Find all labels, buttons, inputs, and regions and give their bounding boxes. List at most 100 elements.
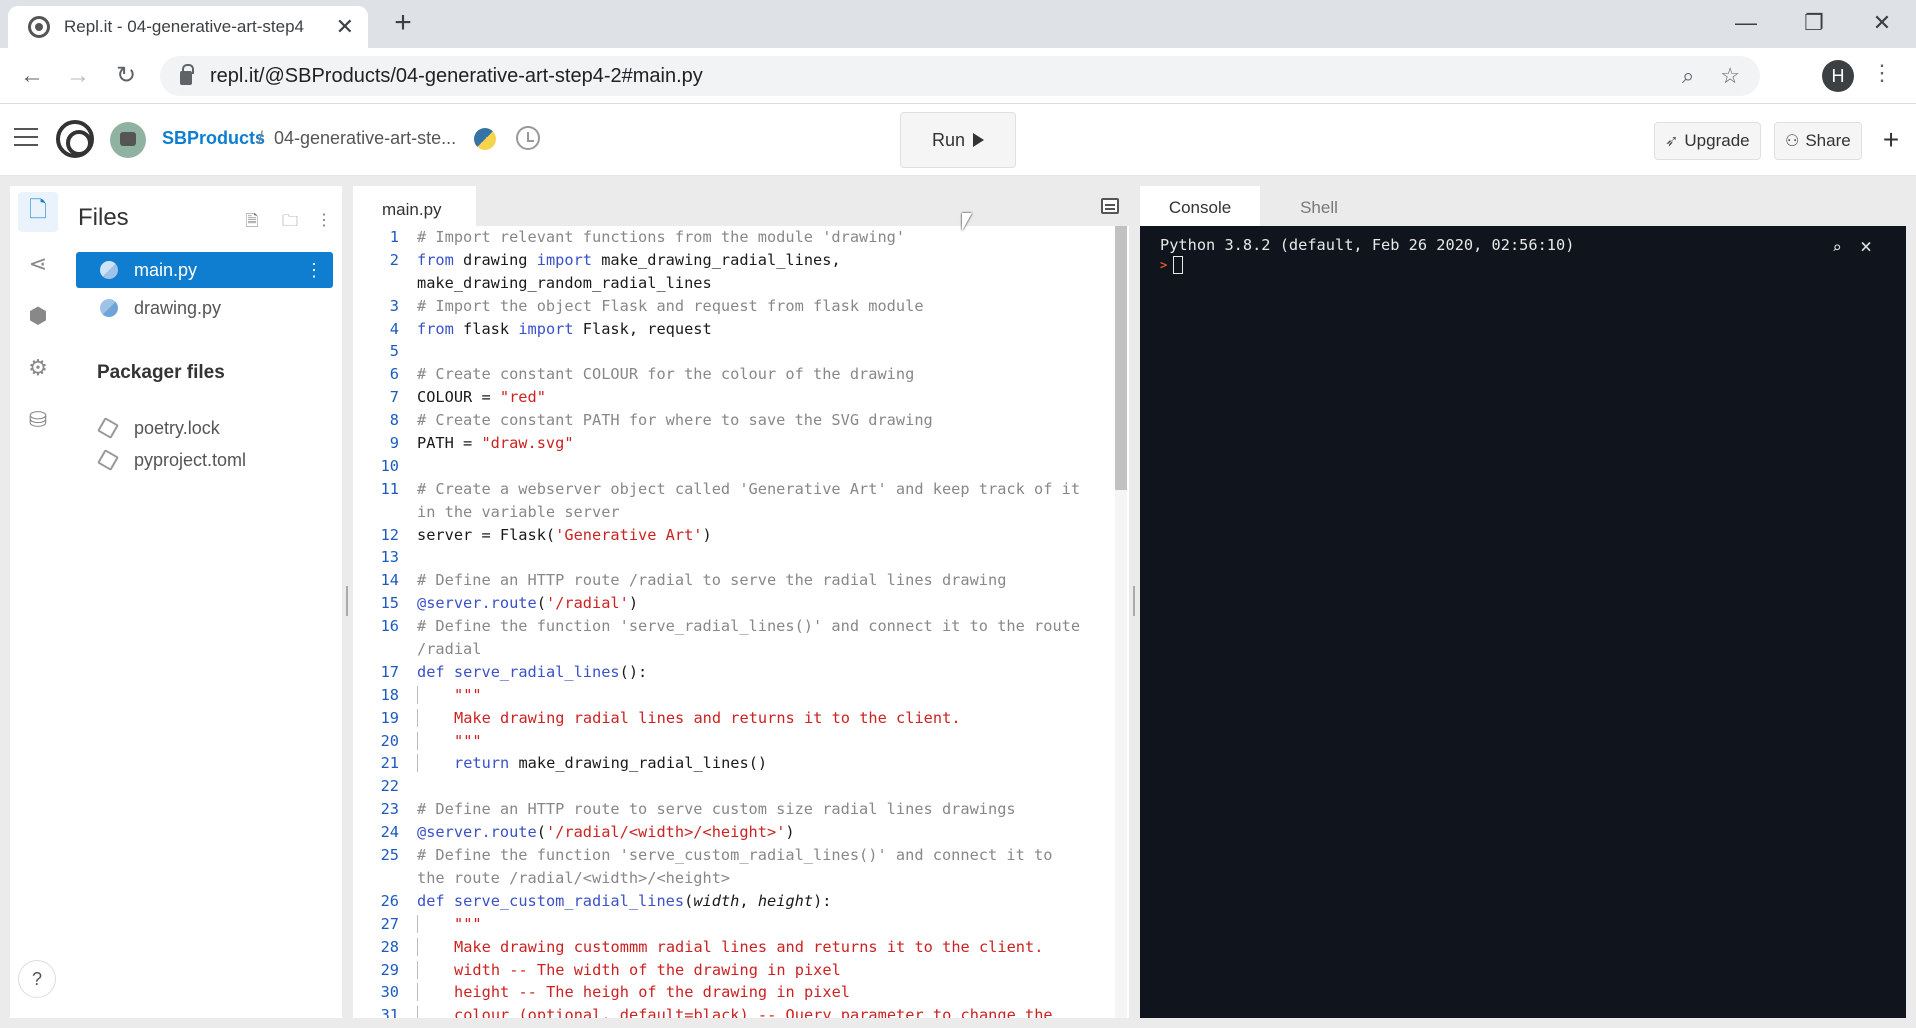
code-line[interactable]: 6 # Create constant COLOUR for the colour… (353, 363, 1113, 386)
code-line[interactable]: 17 def serve_radial_lines(): (353, 661, 1113, 684)
code-line[interactable]: /radial (353, 638, 1113, 661)
file-item-poetry-lock[interactable]: poetry.lock (76, 410, 333, 446)
code-line[interactable]: make_drawing_random_radial_lines (353, 272, 1113, 295)
line-number: 27 (380, 914, 399, 933)
line-number: 7 (389, 388, 399, 407)
code-line[interactable]: 11 # Create a webserver object called 'Ge… (353, 478, 1113, 501)
settings-gear-icon[interactable]: ⚙ (18, 348, 58, 388)
code-line[interactable]: 26 def serve_custom_radial_lines(width, h… (353, 890, 1113, 913)
tab-close-icon[interactable]: ✕ (336, 14, 354, 40)
code-line[interactable]: 25 # Define the function 'serve_custom_ra… (353, 844, 1113, 867)
zoom-icon[interactable]: ⌕ (1682, 63, 1694, 89)
code-line[interactable]: 23 # Define an HTTP route to serve custom… (353, 798, 1113, 821)
profile-avatar[interactable]: H (1822, 60, 1854, 92)
code-line[interactable]: 19 Make drawing radial lines and returns … (353, 707, 1113, 730)
code-line[interactable]: 29 width -- The width of the drawing in p… (353, 959, 1113, 982)
bookmark-star-icon[interactable]: ☆ (1720, 63, 1740, 89)
window-close-icon[interactable]: ✕ (1852, 4, 1912, 42)
files-icon[interactable]: 🗋 (18, 192, 58, 232)
hamburger-menu-icon[interactable] (14, 128, 38, 148)
repl-name[interactable]: 04-generative-art-ste... (274, 128, 456, 149)
reload-icon[interactable]: ↻ (110, 60, 142, 92)
sidebar-icon-rail: 🗋 ⋖ ⬢ ⚙ ⛁ ? (10, 186, 66, 1018)
code-line[interactable]: 1 # Import relevant functions from the mo… (353, 226, 1113, 249)
code-line[interactable]: 24 @server.route('/radial/<width>/<height… (353, 821, 1113, 844)
minimize-icon[interactable]: — (1716, 4, 1776, 42)
code-line[interactable]: 22 (353, 775, 1113, 798)
panel-resize-handle[interactable] (346, 586, 350, 616)
console-output: Python 3.8.2 (default, Feb 26 2020, 02:5… (1160, 236, 1575, 254)
console-terminal[interactable]: Python 3.8.2 (default, Feb 26 2020, 02:5… (1140, 226, 1906, 1018)
upgrade-button[interactable]: ➶ Upgrade (1654, 122, 1761, 160)
browser-tab[interactable]: Repl.it - 04-generative-art-step4 ✕ (8, 6, 368, 48)
code-line[interactable]: 16 # Define the function 'serve_radial_li… (353, 615, 1113, 638)
code-line[interactable]: 28 Make drawing custommm radial lines and… (353, 936, 1113, 959)
editor-scrollbar[interactable] (1115, 226, 1127, 1018)
file-menu-icon[interactable]: ⋮ (305, 260, 323, 281)
new-file-icon[interactable]: 🗎 (242, 210, 262, 237)
code-line[interactable]: 8 # Create constant PATH for where to sav… (353, 409, 1113, 432)
code-line[interactable]: 10 (353, 455, 1113, 478)
new-tab-button[interactable]: + (388, 6, 418, 42)
help-button[interactable]: ? (18, 960, 56, 998)
restore-icon[interactable]: ❐ (1784, 4, 1844, 42)
code-line[interactable]: 27 """ (353, 913, 1113, 936)
mouse-pointer-icon (962, 213, 972, 231)
console-prompt[interactable]: > (1160, 256, 1886, 274)
tab-main-py[interactable]: main.py (353, 186, 476, 226)
code-line[interactable]: 3 # Import the object Flask and request f… (353, 295, 1113, 318)
file-item-drawing-py[interactable]: drawing.py (76, 290, 333, 326)
code-editor[interactable]: 1 # Import relevant functions from the mo… (353, 226, 1113, 1018)
code-line[interactable]: the route /radial/<width>/<height> (353, 867, 1113, 890)
version-control-icon[interactable]: ⋖ (18, 244, 58, 284)
code-line[interactable]: 13 (353, 546, 1113, 569)
line-number: 14 (380, 571, 399, 590)
code-line[interactable]: 18 """ (353, 684, 1113, 707)
code-line[interactable]: in the variable server (353, 501, 1113, 524)
code-line[interactable]: 20 """ (353, 730, 1113, 753)
rocket-icon: ➶ (1665, 133, 1679, 150)
code-line[interactable]: 21 return make_drawing_radial_lines() (353, 752, 1113, 775)
code-text: """ (399, 684, 482, 707)
browser-menu-icon[interactable]: ⋮ (1870, 60, 1894, 86)
line-number: 6 (389, 365, 399, 384)
address-bar[interactable]: repl.it/@SBProducts/04-generative-art-st… (160, 56, 1760, 96)
new-folder-icon[interactable]: 🗀 (280, 210, 300, 237)
editor-panel: main.py 1 # Import relevant functions fro… (353, 186, 1129, 1018)
run-button[interactable]: Run (900, 112, 1016, 168)
code-line[interactable]: 12 server = Flask('Generative Art') (353, 524, 1113, 547)
text-cursor (1173, 256, 1184, 274)
owner-avatar[interactable] (110, 122, 146, 158)
scrollbar-thumb[interactable] (1115, 226, 1127, 490)
database-icon[interactable]: ⛁ (18, 400, 58, 440)
file-item-pyproject-toml[interactable]: pyproject.toml (76, 442, 333, 478)
code-line[interactable]: 9 PATH = "draw.svg" (353, 432, 1113, 455)
history-icon[interactable] (516, 126, 540, 150)
code-text: """ (399, 913, 482, 936)
console-clear-icon[interactable]: × (1860, 234, 1872, 258)
files-menu-icon[interactable]: ⋮ (314, 210, 334, 230)
code-line[interactable]: 2 from drawing import make_drawing_radial… (353, 249, 1113, 272)
layout-toggle-icon[interactable] (1101, 198, 1119, 214)
back-arrow-icon[interactable]: ← (16, 60, 48, 92)
new-repl-button[interactable]: + (1876, 124, 1906, 156)
code-line[interactable]: 15 @server.route('/radial') (353, 592, 1113, 615)
owner-link[interactable]: SBProducts (162, 128, 265, 149)
code-line[interactable]: 7 COLOUR = "red" (353, 386, 1113, 409)
packages-icon[interactable]: ⬢ (18, 296, 58, 336)
tab-console[interactable]: Console (1140, 186, 1260, 226)
replit-logo-icon[interactable] (56, 120, 94, 158)
console-search-icon[interactable]: ⌕ (1832, 238, 1842, 257)
code-line[interactable]: 14 # Define an HTTP route /radial to serv… (353, 569, 1113, 592)
forward-arrow-icon[interactable]: → (62, 60, 94, 92)
share-button[interactable]: ⚇ Share (1774, 122, 1862, 160)
tab-shell[interactable]: Shell (1260, 186, 1378, 226)
code-line[interactable]: 31 colour (optional, default=black) -- Qu… (353, 1004, 1113, 1018)
code-line[interactable]: 4 from flask import Flask, request (353, 318, 1113, 341)
file-item-main-py[interactable]: main.py ⋮ (76, 252, 333, 288)
code-text: @server.route('/radial/<width>/<height>'… (417, 823, 795, 842)
code-line[interactable]: 30 height -- The heigh of the drawing in … (353, 981, 1113, 1004)
code-line[interactable]: 5 (353, 340, 1113, 363)
panel-resize-handle[interactable] (1133, 586, 1137, 616)
